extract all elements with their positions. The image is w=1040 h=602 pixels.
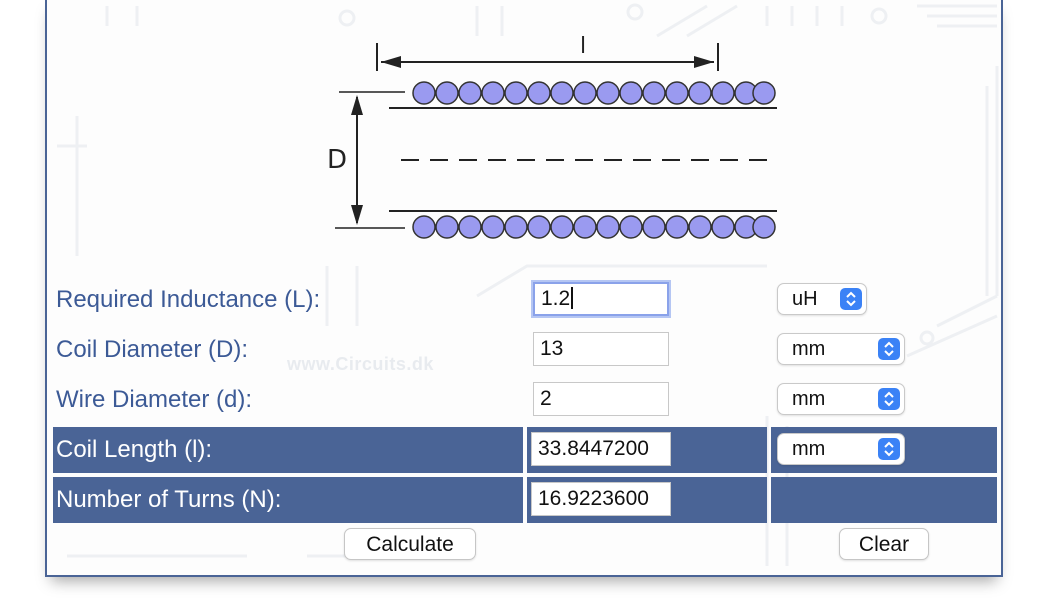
inductance-row: Required Inductance (L): 1.2 uH xyxy=(53,277,997,323)
coil-diameter-unit-select[interactable]: mm xyxy=(777,333,905,365)
wire-diameter-unit-select[interactable]: mm xyxy=(777,383,905,415)
chevron-up-down-icon xyxy=(878,438,900,460)
wire-diameter-label: Wire Diameter (d): xyxy=(56,386,253,413)
chevron-up-down-icon xyxy=(840,288,862,310)
coil-length-unit-value: mm xyxy=(792,438,826,460)
bottom-winding xyxy=(412,215,776,239)
turns-output[interactable]: 16.9223600 xyxy=(531,482,671,516)
calculator-panel: www.Circuits.dk l D Required Inductance … xyxy=(45,0,1003,577)
turns-label: Number of Turns (N): xyxy=(56,486,282,513)
diameter-symbol: D xyxy=(327,145,347,175)
coil-length-output[interactable]: 33.8447200 xyxy=(531,432,671,466)
coil-diagram: l D xyxy=(327,34,777,239)
chevron-up-down-icon xyxy=(878,388,900,410)
wire-diameter-input[interactable]: 2 xyxy=(533,382,669,416)
coil-length-row: Coil Length (l): 33.8447200 mm xyxy=(53,427,997,473)
wire-diameter-row: Wire Diameter (d): 2 mm xyxy=(53,377,997,423)
clear-button[interactable]: Clear xyxy=(839,528,929,560)
coil-diameter-row: Coil Diameter (D): 13 mm xyxy=(53,327,997,373)
coil-length-unit-select[interactable]: mm xyxy=(777,433,905,465)
turns-row: Number of Turns (N): 16.9223600 xyxy=(53,477,997,523)
inductance-unit-select[interactable]: uH xyxy=(777,283,867,315)
coil-length-label: Coil Length (l): xyxy=(56,436,213,463)
inductance-label: Required Inductance (L): xyxy=(56,286,321,313)
length-symbol: l xyxy=(580,34,586,59)
wire-diameter-unit-value: mm xyxy=(792,388,826,410)
coil-diameter-unit-value: mm xyxy=(792,338,826,360)
inductance-unit-value: uH xyxy=(792,288,818,310)
top-winding xyxy=(412,81,776,105)
coil-diameter-input[interactable]: 13 xyxy=(533,332,669,366)
chevron-up-down-icon xyxy=(878,338,900,360)
text-caret xyxy=(571,286,573,309)
inductance-input[interactable]: 1.2 xyxy=(533,282,669,316)
calculate-button[interactable]: Calculate xyxy=(344,528,476,560)
coil-diameter-label: Coil Diameter (D): xyxy=(56,336,249,363)
